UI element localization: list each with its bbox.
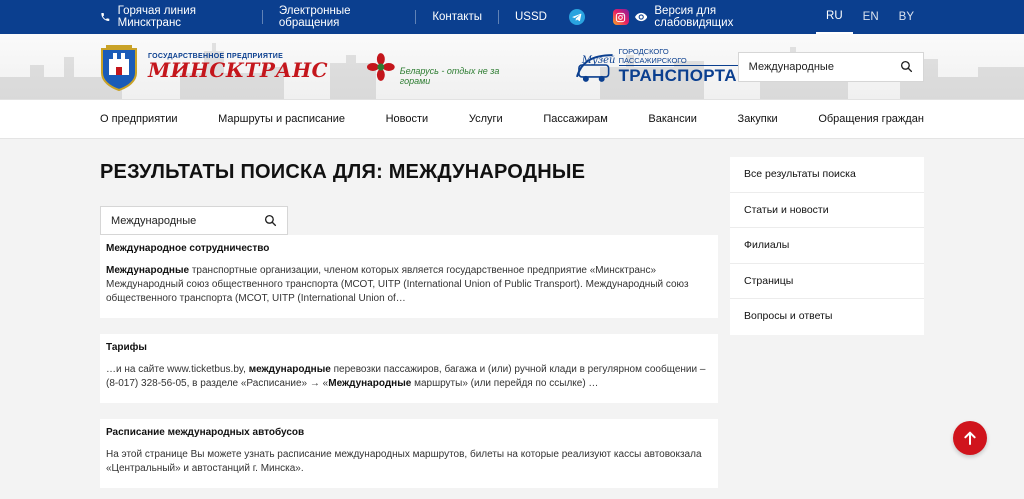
- appeals-link[interactable]: Электронные обращения: [261, 5, 415, 29]
- instagram-link[interactable]: [607, 9, 635, 25]
- lang-en[interactable]: EN: [853, 0, 889, 34]
- result-snippet: На этой странице Вы можете узнать распис…: [106, 448, 712, 476]
- ussd-label: USSD: [515, 11, 547, 23]
- low-vision-link[interactable]: Версия для слабовидящих: [634, 5, 782, 29]
- museum-bus-icon: Музей: [576, 53, 615, 82]
- result-title[interactable]: Международное сотрудничество: [106, 243, 712, 254]
- filter-articles[interactable]: Статьи и новости: [730, 193, 924, 229]
- contacts-link[interactable]: Контакты: [415, 10, 498, 24]
- result-title[interactable]: Тарифы: [106, 342, 712, 353]
- museum-subtitle: Городского пассажирского: [618, 47, 738, 66]
- museum-script: Музей: [581, 55, 615, 66]
- low-vision-label: Версия для слабовидящих: [654, 5, 734, 29]
- museum-name: ТРАНСПОРТА: [618, 66, 737, 85]
- appeals-label: Электронные обращения: [278, 5, 351, 29]
- nav-news[interactable]: Новости: [386, 113, 429, 125]
- filter-all[interactable]: Все результаты поиска: [730, 157, 924, 193]
- phone-icon: [101, 13, 110, 21]
- lang-ru[interactable]: RU: [816, 0, 853, 34]
- result-card: Тарифы …и на сайте www.ticketbus.by, межд…: [100, 334, 718, 403]
- result-highlight: Международные: [328, 378, 412, 389]
- header-search-input[interactable]: [748, 60, 900, 73]
- belarus-tourism-logo[interactable]: Беларусь - отдых не за горами: [366, 48, 531, 86]
- topbar: Горячая линия Минсктранс Электронные обр…: [0, 0, 1024, 34]
- result-card: Расписание международных автобусов На это…: [100, 419, 718, 488]
- results-search-input[interactable]: [111, 214, 264, 227]
- result-text: На этой странице Вы можете узнать распис…: [106, 449, 702, 474]
- filter-branches[interactable]: Филиалы: [730, 228, 924, 264]
- result-title[interactable]: Расписание международных автобусов: [106, 427, 712, 438]
- result-text: транспортные организации, членом которых…: [106, 265, 689, 304]
- coat-of-arms-icon: [101, 44, 137, 91]
- arrow-up-icon: [964, 431, 976, 445]
- main-area: РЕЗУЛЬТАТЫ ПОИСКА ДЛЯ: МЕЖДУНАРОДНЫЕ Меж…: [0, 139, 1024, 488]
- filter-pages[interactable]: Страницы: [730, 264, 924, 300]
- telegram-link[interactable]: [563, 9, 591, 25]
- search-icon[interactable]: [900, 60, 913, 73]
- search-icon[interactable]: [264, 214, 277, 227]
- result-text: …и на сайте www.ticketbus.by,: [106, 364, 249, 375]
- results-search: [100, 206, 288, 235]
- hotline-link[interactable]: Горячая линия Минсктранс: [100, 5, 262, 29]
- telegram-icon: [568, 9, 585, 25]
- results-filter-sidebar: Все результаты поиска Статьи и новости Ф…: [730, 157, 924, 335]
- search-results: РЕЗУЛЬТАТЫ ПОИСКА ДЛЯ: МЕЖДУНАРОДНЫЕ Меж…: [100, 139, 718, 488]
- flower-icon: [367, 52, 395, 81]
- scroll-top-button[interactable]: [953, 421, 987, 455]
- nav-purchases[interactable]: Закупки: [738, 113, 778, 125]
- site-header: ГОСУДАРСТВЕННОЕ ПРЕДПРИЯТИЕ МИНСКТРАНС Б…: [0, 34, 1024, 100]
- nav-services[interactable]: Услуги: [469, 113, 503, 125]
- page-title: РЕЗУЛЬТАТЫ ПОИСКА ДЛЯ: МЕЖДУНАРОДНЫЕ: [100, 161, 586, 183]
- belarus-slogan: Беларусь - отдых не за горами: [399, 65, 500, 86]
- nav-vacancies[interactable]: Вакансии: [648, 113, 697, 125]
- main-nav: О предприятии Маршруты и расписание Ново…: [0, 100, 1024, 139]
- instagram-icon: [612, 9, 629, 25]
- nav-routes[interactable]: Маршруты и расписание: [218, 113, 345, 125]
- nav-passengers[interactable]: Пассажирам: [543, 113, 607, 125]
- result-snippet: …и на сайте www.ticketbus.by, международ…: [106, 363, 712, 391]
- ussd-link[interactable]: USSD: [498, 10, 563, 24]
- hotline-label: Горячая линия Минсктранс: [117, 5, 196, 29]
- minsktrans-logo[interactable]: ГОСУДАРСТВЕННОЕ ПРЕДПРИЯТИЕ МИНСКТРАНС: [100, 43, 328, 91]
- result-snippet: Международные транспортные организации, …: [106, 264, 712, 306]
- result-text: маршруты» (или перейдя по ссылке) …: [411, 378, 599, 389]
- logo-name: МИНСКТРАНС: [148, 58, 329, 82]
- lang-by[interactable]: BY: [889, 0, 924, 34]
- contacts-label: Контакты: [432, 11, 482, 23]
- header-search: [737, 51, 924, 82]
- results-list: Международное сотрудничество Международны…: [100, 235, 718, 488]
- museum-logo[interactable]: Музей Городского пассажирского ТРАНСПОРТ…: [573, 47, 738, 86]
- nav-appeals[interactable]: Обращения граждан: [818, 113, 924, 125]
- result-highlight: Международные: [106, 265, 190, 276]
- language-switcher: RU EN BY: [816, 0, 924, 34]
- result-highlight: международные: [248, 364, 331, 375]
- nav-about[interactable]: О предприятии: [100, 113, 177, 125]
- eye-icon: [634, 12, 648, 22]
- result-card: Международное сотрудничество Международны…: [100, 235, 718, 318]
- filter-faq[interactable]: Вопросы и ответы: [730, 299, 924, 335]
